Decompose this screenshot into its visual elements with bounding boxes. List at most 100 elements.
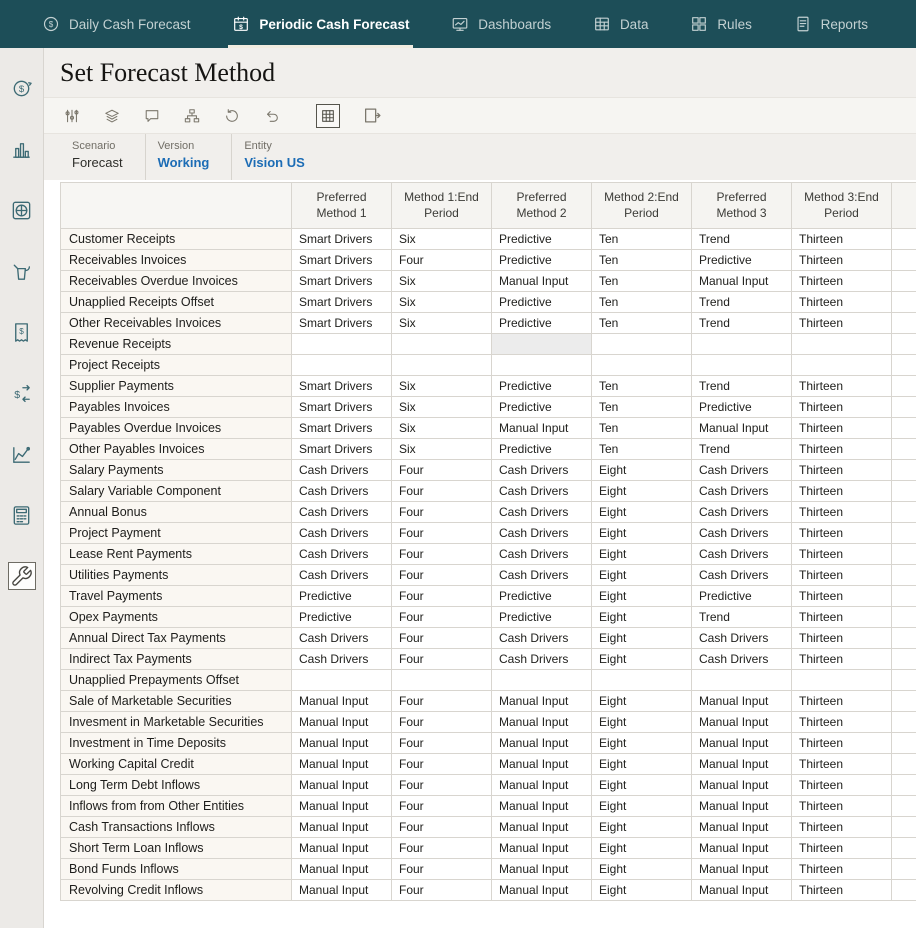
- grid-cell[interactable]: Predictive: [492, 586, 592, 607]
- grid-cell[interactable]: Eight: [592, 775, 692, 796]
- grid-cell[interactable]: Four: [392, 712, 492, 733]
- toolbar-button-sliders[interactable]: [62, 106, 82, 126]
- row-label[interactable]: Invesment in Marketable Securities: [61, 712, 292, 733]
- grid-cell[interactable]: Ten: [592, 397, 692, 418]
- grid-cell[interactable]: Cash Drivers: [692, 502, 792, 523]
- grid-cell[interactable]: Manual Input: [492, 691, 592, 712]
- grid-cell[interactable]: Predictive: [492, 292, 592, 313]
- grid-cell[interactable]: Thirteen: [792, 418, 892, 439]
- grid-cell[interactable]: Cash Drivers: [692, 481, 792, 502]
- grid-cell[interactable]: Manual Input: [692, 838, 792, 859]
- grid-cell[interactable]: Manual Input: [492, 418, 592, 439]
- grid-cell[interactable]: Six: [392, 397, 492, 418]
- toolbar-button-layers[interactable]: [102, 106, 122, 126]
- grid-cell[interactable]: Manual Input: [292, 775, 392, 796]
- grid-cell[interactable]: Thirteen: [792, 229, 892, 250]
- pov-member-value[interactable]: Working: [158, 155, 210, 170]
- grid-cell[interactable]: Four: [392, 502, 492, 523]
- row-label[interactable]: Long Term Debt Inflows: [61, 775, 292, 796]
- sidebar-item-trend-analysis[interactable]: [8, 440, 36, 468]
- column-header-method-3-end-period[interactable]: Method 3:End Period: [792, 183, 892, 229]
- grid-cell[interactable]: Thirteen: [792, 502, 892, 523]
- grid-cell[interactable]: Ten: [592, 313, 692, 334]
- grid-cell[interactable]: Manual Input: [692, 712, 792, 733]
- grid-cell[interactable]: Ten: [592, 250, 692, 271]
- grid-cell[interactable]: Eight: [592, 502, 692, 523]
- row-label[interactable]: Other Receivables Invoices: [61, 313, 292, 334]
- grid-cell[interactable]: Thirteen: [792, 859, 892, 880]
- grid-cell[interactable]: Four: [392, 649, 492, 670]
- grid-cell[interactable]: Four: [392, 838, 492, 859]
- grid-cell[interactable]: Trend: [692, 292, 792, 313]
- grid-cell[interactable]: [792, 355, 892, 376]
- grid-cell[interactable]: Thirteen: [792, 628, 892, 649]
- grid-cell[interactable]: Four: [392, 691, 492, 712]
- row-label[interactable]: Bond Funds Inflows: [61, 859, 292, 880]
- grid-cell[interactable]: Thirteen: [792, 523, 892, 544]
- grid-cell[interactable]: Four: [392, 523, 492, 544]
- grid-cell[interactable]: Thirteen: [792, 880, 892, 901]
- grid-cell[interactable]: Eight: [592, 712, 692, 733]
- grid-cell[interactable]: Thirteen: [792, 565, 892, 586]
- grid-cell[interactable]: Cash Drivers: [492, 544, 592, 565]
- row-label[interactable]: Revenue Receipts: [61, 334, 292, 355]
- grid-cell[interactable]: Cash Drivers: [692, 523, 792, 544]
- grid-cell[interactable]: Manual Input: [692, 271, 792, 292]
- grid-cell[interactable]: Cash Drivers: [292, 502, 392, 523]
- grid-cell[interactable]: Thirteen: [792, 250, 892, 271]
- grid-cell[interactable]: Predictive: [492, 313, 592, 334]
- grid-cell[interactable]: Ten: [592, 292, 692, 313]
- grid-cell[interactable]: Eight: [592, 817, 692, 838]
- grid-cell[interactable]: Smart Drivers: [292, 313, 392, 334]
- grid-cell[interactable]: Predictive: [292, 607, 392, 628]
- grid-cell[interactable]: Manual Input: [292, 880, 392, 901]
- grid-cell[interactable]: Cash Drivers: [492, 628, 592, 649]
- grid-cell[interactable]: Manual Input: [692, 733, 792, 754]
- grid-cell[interactable]: Ten: [592, 229, 692, 250]
- grid-cell[interactable]: Trend: [692, 376, 792, 397]
- grid-cell[interactable]: Six: [392, 376, 492, 397]
- grid-cell[interactable]: Manual Input: [292, 817, 392, 838]
- grid-cell[interactable]: Eight: [592, 607, 692, 628]
- grid-cell[interactable]: Ten: [592, 271, 692, 292]
- grid-cell[interactable]: [392, 334, 492, 355]
- grid-cell[interactable]: Manual Input: [492, 733, 592, 754]
- row-label[interactable]: Short Term Loan Inflows: [61, 838, 292, 859]
- sidebar-item-cash-cycle[interactable]: $: [8, 74, 36, 102]
- grid-cell[interactable]: Eight: [592, 880, 692, 901]
- row-label[interactable]: Receivables Invoices: [61, 250, 292, 271]
- grid-cell[interactable]: Cash Drivers: [692, 649, 792, 670]
- grid-cell[interactable]: Manual Input: [492, 271, 592, 292]
- grid-cell[interactable]: Four: [392, 775, 492, 796]
- toolbar-button-window[interactable]: [360, 104, 384, 128]
- grid-cell[interactable]: Smart Drivers: [292, 418, 392, 439]
- row-label[interactable]: Salary Payments: [61, 460, 292, 481]
- grid-cell[interactable]: Smart Drivers: [292, 292, 392, 313]
- toolbar-button-hierarchy[interactable]: [182, 106, 202, 126]
- toolbar-button-history[interactable]: [222, 106, 242, 126]
- grid-cell[interactable]: Eight: [592, 628, 692, 649]
- grid-cell[interactable]: Six: [392, 292, 492, 313]
- nav-tab-daily-cash-forecast[interactable]: $Daily Cash Forecast: [36, 0, 197, 48]
- grid-cell[interactable]: Thirteen: [792, 271, 892, 292]
- row-label[interactable]: Annual Direct Tax Payments: [61, 628, 292, 649]
- grid-cell[interactable]: [392, 355, 492, 376]
- grid-cell[interactable]: Six: [392, 229, 492, 250]
- sidebar-item-bar-chart[interactable]: [8, 135, 36, 163]
- grid-cell[interactable]: Predictive: [492, 376, 592, 397]
- grid-cell[interactable]: Cash Drivers: [292, 544, 392, 565]
- grid-cell[interactable]: Thirteen: [792, 649, 892, 670]
- grid-cell[interactable]: Thirteen: [792, 397, 892, 418]
- grid-cell[interactable]: [292, 355, 392, 376]
- row-label[interactable]: Other Payables Invoices: [61, 439, 292, 460]
- grid-cell[interactable]: Thirteen: [792, 292, 892, 313]
- row-label[interactable]: Customer Receipts: [61, 229, 292, 250]
- row-label[interactable]: Salary Variable Component: [61, 481, 292, 502]
- grid-cell[interactable]: Ten: [592, 376, 692, 397]
- grid-cell[interactable]: Cash Drivers: [292, 649, 392, 670]
- grid-cell[interactable]: Ten: [592, 418, 692, 439]
- sidebar-item-calculator[interactable]: [8, 501, 36, 529]
- pov-item-scenario[interactable]: ScenarioForecast: [60, 134, 146, 180]
- grid-cell[interactable]: Four: [392, 880, 492, 901]
- toolbar-button-grid[interactable]: [316, 104, 340, 128]
